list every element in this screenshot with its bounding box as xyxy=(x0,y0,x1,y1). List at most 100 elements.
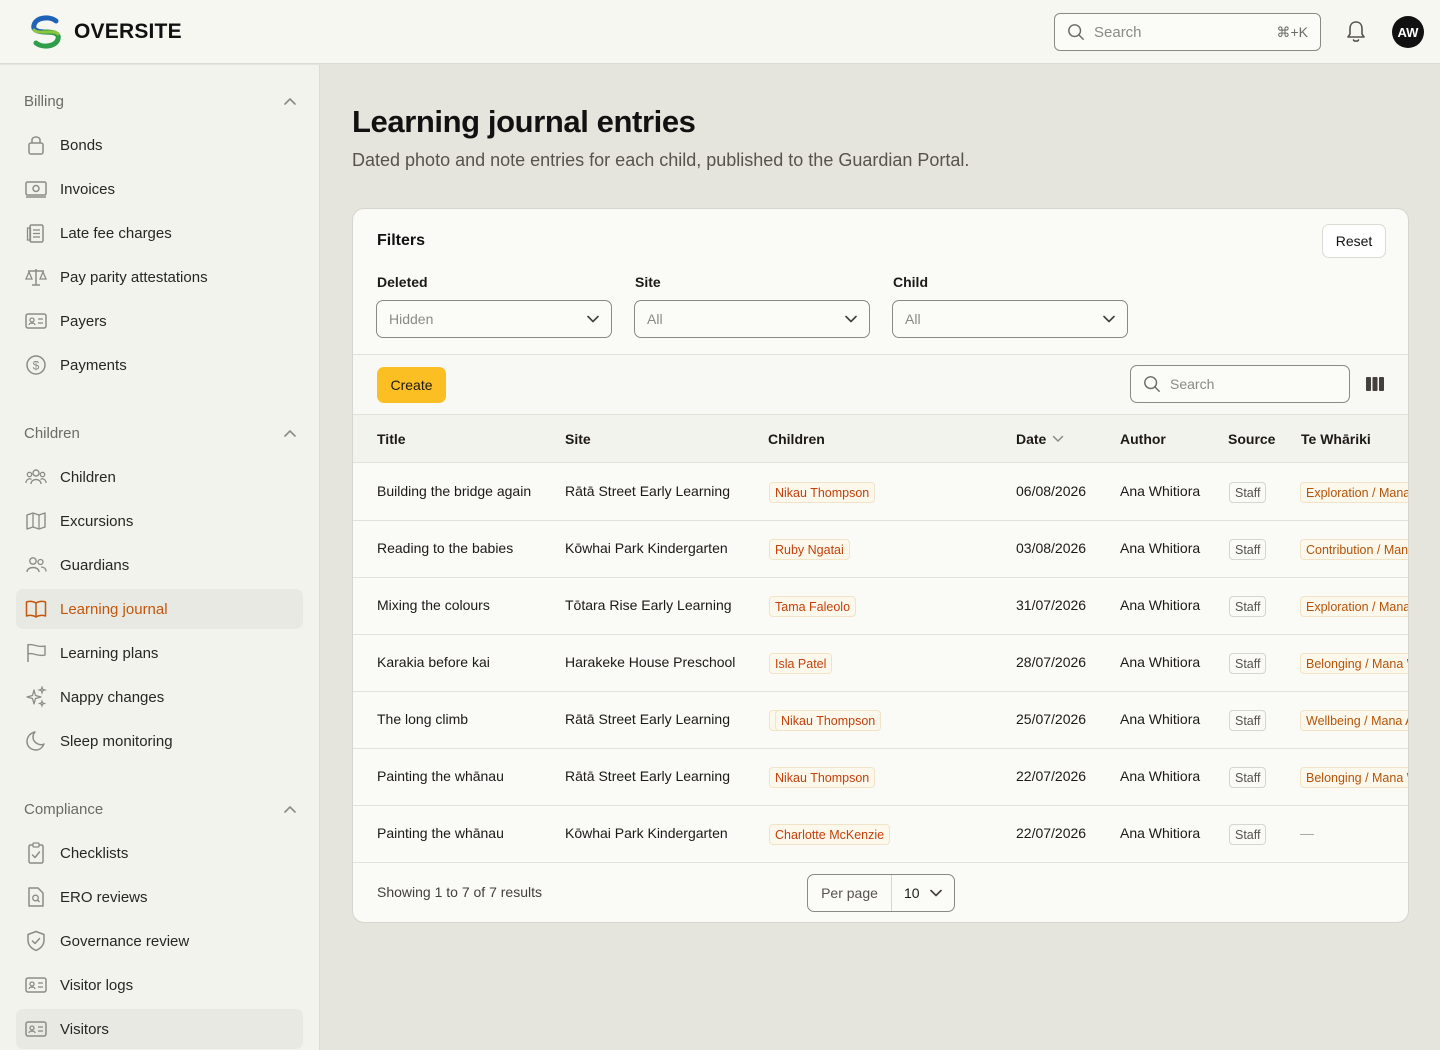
column-header-author[interactable]: Author xyxy=(1120,431,1166,447)
child-chip[interactable]: Nikau Thompson xyxy=(769,482,876,503)
brand[interactable]: OVERSITE xyxy=(28,14,182,50)
deleted-filter-value: Hidden xyxy=(389,311,434,327)
child-filter-select[interactable]: All xyxy=(892,300,1128,338)
columns-toggle-icon[interactable] xyxy=(1365,376,1385,395)
id-card-icon xyxy=(24,309,48,333)
global-search-input[interactable]: Search ⌘+K xyxy=(1054,13,1321,51)
te-whariki-badge: Exploration / Mana Aotūroa xyxy=(1300,482,1408,503)
reset-filters-button[interactable]: Reset xyxy=(1322,224,1386,258)
sidebar-item-bonds[interactable]: Bonds xyxy=(16,125,303,165)
sidebar-item-learning-journal[interactable]: Learning journal xyxy=(16,589,303,629)
sidebar-item-label: Excursions xyxy=(60,512,134,530)
entries-card: Filters Reset Deleted Hidden Site All Ch… xyxy=(352,208,1409,923)
table-row[interactable]: Building the bridge again Rātā Street Ear… xyxy=(353,464,1408,521)
cell-author: Ana Whitiora xyxy=(1120,768,1201,784)
brand-name: OVERSITE xyxy=(74,20,182,43)
column-header-source[interactable]: Source xyxy=(1228,431,1275,447)
sidebar-group-compliance[interactable]: Compliance xyxy=(24,799,296,819)
sidebar-item-pay-parity-attestations[interactable]: Pay parity attestations xyxy=(16,257,303,297)
sidebar-item-governance-review[interactable]: Governance review xyxy=(16,921,303,961)
per-page-label: Per page xyxy=(808,875,892,911)
chevron-down-icon xyxy=(930,889,942,897)
sidebar-item-sleep-monitoring[interactable]: Sleep monitoring xyxy=(16,721,303,761)
cell-date: 22/07/2026 xyxy=(1016,768,1087,784)
child-filter-label: Child xyxy=(893,274,928,290)
cell-title: The long climb xyxy=(377,711,469,727)
sidebar-item-excursions[interactable]: Excursions xyxy=(16,501,303,541)
page-title: Learning journal entries xyxy=(352,104,696,139)
column-header-date[interactable]: Date xyxy=(1016,431,1064,447)
cell-site: Rātā Street Early Learning xyxy=(565,483,730,499)
sidebar-item-payers[interactable]: Payers xyxy=(16,301,303,341)
source-badge: Staff xyxy=(1229,824,1267,845)
scale-icon xyxy=(24,265,48,289)
chevron-up-icon xyxy=(284,806,296,813)
sidebar-item-nappy-changes[interactable]: Nappy changes xyxy=(16,677,303,717)
sidebar-item-label: Visitor logs xyxy=(60,976,134,994)
clipboard-check-icon xyxy=(24,841,48,865)
cell-title: Karakia before kai xyxy=(377,654,490,670)
chevron-down-icon xyxy=(845,315,857,323)
chevron-up-icon xyxy=(284,430,296,437)
child-chip[interactable]: Nikau Thompson xyxy=(775,710,882,731)
chevron-up-icon xyxy=(284,98,296,105)
sidebar-item-ero-reviews[interactable]: ERO reviews xyxy=(16,877,303,917)
sidebar-item-label: Pay parity attestations xyxy=(60,268,208,286)
sidebar: Billing Bonds Invoices Late fee charges … xyxy=(0,65,320,1050)
create-button[interactable]: Create xyxy=(377,367,446,403)
chevron-down-icon xyxy=(1103,315,1115,323)
table-search-input[interactable]: Search xyxy=(1130,365,1350,403)
sidebar-item-children[interactable]: Children xyxy=(16,457,303,497)
cell-date: 31/07/2026 xyxy=(1016,597,1087,613)
cell-title: Painting the whānau xyxy=(377,825,504,841)
sidebar-item-label: Visitors xyxy=(60,1020,109,1038)
child-chip[interactable]: Ruby Ngatai xyxy=(769,539,850,560)
te-whariki-badge: Exploration / Mana Aotūroa xyxy=(1300,596,1408,617)
sidebar-item-learning-plans[interactable]: Learning plans xyxy=(16,633,303,673)
child-chip[interactable]: Nikau Thompson xyxy=(769,767,876,788)
source-badge: Staff xyxy=(1229,710,1267,731)
table-row[interactable]: Reading to the babies Kōwhai Park Kinderg… xyxy=(353,521,1408,578)
notifications-bell-icon[interactable] xyxy=(1345,20,1367,47)
sidebar-item-label: Invoices xyxy=(60,180,116,198)
column-header-title[interactable]: Title xyxy=(377,431,406,447)
deleted-filter-select[interactable]: Hidden xyxy=(376,300,612,338)
sidebar-item-payments[interactable]: $ Payments xyxy=(16,345,303,385)
user-avatar[interactable]: AW xyxy=(1392,16,1424,48)
sidebar-item-invoices[interactable]: Invoices xyxy=(16,169,303,209)
cell-site: Rātā Street Early Learning xyxy=(565,768,730,784)
column-header-children[interactable]: Children xyxy=(768,431,825,447)
sidebar-item-checklists[interactable]: Checklists xyxy=(16,833,303,873)
per-page-select[interactable]: Per page 10 xyxy=(807,874,955,912)
sidebar-item-visitors[interactable]: Visitors xyxy=(16,1009,303,1049)
table-toolbar: Create Search xyxy=(353,354,1408,415)
table-row[interactable]: Painting the whānau Rātā Street Early Lea… xyxy=(353,749,1408,806)
sidebar-item-visitor-logs[interactable]: Visitor logs xyxy=(16,965,303,1005)
search-shortcut: ⌘+K xyxy=(1276,23,1308,40)
child-chip[interactable]: Isla Patel xyxy=(769,653,833,674)
child-chip[interactable]: Tama Faleolo xyxy=(769,596,857,617)
table-search-placeholder: Search xyxy=(1170,376,1215,392)
deleted-filter-label: Deleted xyxy=(377,274,428,290)
document-search-icon xyxy=(24,885,48,909)
child-chip[interactable]: Charlotte McKenzie xyxy=(769,824,891,845)
column-header-site[interactable]: Site xyxy=(565,431,591,447)
sidebar-item-label: Payers xyxy=(60,312,107,330)
chevron-down-icon xyxy=(587,315,599,323)
table-row[interactable]: Mixing the colours Tōtara Rise Early Lear… xyxy=(353,578,1408,635)
sidebar-item-guardians[interactable]: Guardians xyxy=(16,545,303,585)
cell-date: 22/07/2026 xyxy=(1016,825,1087,841)
cell-date: 28/07/2026 xyxy=(1016,654,1087,670)
table-row[interactable]: Painting the whānau Kōwhai Park Kindergar… xyxy=(353,806,1408,863)
table-row[interactable]: Karakia before kai Harakeke House Prescho… xyxy=(353,635,1408,692)
sidebar-item-late-fee-charges[interactable]: Late fee charges xyxy=(16,213,303,253)
child-filter-value: All xyxy=(905,311,921,327)
map-icon xyxy=(24,509,48,533)
column-header-te-whariki[interactable]: Te Whāriki xyxy=(1301,431,1371,447)
table-row[interactable]: The long climb Rātā Street Early Learning… xyxy=(353,692,1408,749)
sidebar-group-billing[interactable]: Billing xyxy=(24,91,296,111)
per-page-value-wrap[interactable]: 10 xyxy=(892,885,954,901)
site-filter-select[interactable]: All xyxy=(634,300,870,338)
cell-site: Tōtara Rise Early Learning xyxy=(565,597,732,613)
sidebar-group-children[interactable]: Children xyxy=(24,423,296,443)
